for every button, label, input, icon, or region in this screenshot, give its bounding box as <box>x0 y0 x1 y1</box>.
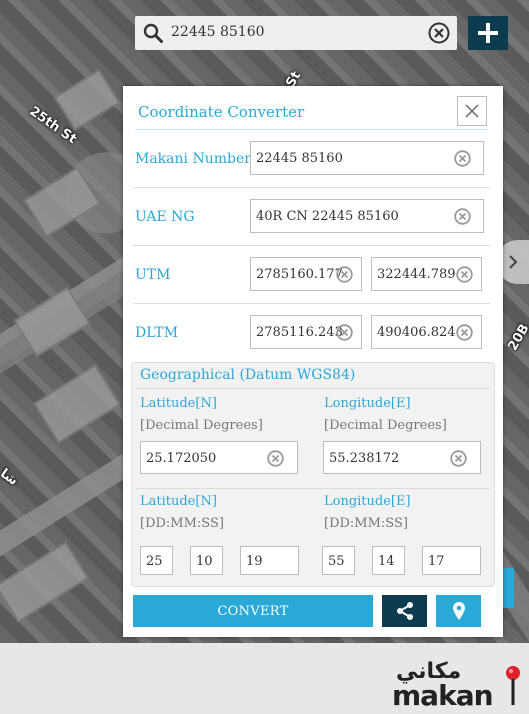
location-button[interactable] <box>436 595 481 627</box>
latitude-decimal-value: 25.172050 <box>146 451 217 466</box>
clear-icon[interactable] <box>336 266 353 283</box>
longitude-dms-sublabel: [DD:MM:SS] <box>324 516 408 531</box>
uae-ng-label: UAE NG <box>135 209 195 225</box>
map-building <box>0 541 90 623</box>
uae-ng-row: UAE NG 40R CN 22445 85160 <box>123 188 503 246</box>
longitude-decimal-value: 55.238172 <box>329 451 400 466</box>
map-building <box>32 364 122 444</box>
makani-row: Makani Number 22445 85160 <box>123 130 503 188</box>
geographical-panel: Geographical (Datum WGS84) Latitude[N] [… <box>131 362 495 587</box>
utm-label: UTM <box>135 267 171 283</box>
utm-northing-field[interactable]: 2785160.177 <box>250 257 362 291</box>
longitude-seconds-field[interactable]: 17 <box>422 546 481 575</box>
longitude-seconds-value: 17 <box>428 554 445 569</box>
clear-icon[interactable] <box>454 208 471 225</box>
footer: مكاني makan <box>0 643 529 714</box>
latitude-seconds-value: 19 <box>246 554 263 569</box>
utm-northing-value: 2785160.177 <box>256 267 343 282</box>
longitude-decimal-field[interactable]: 55.238172 <box>323 441 481 474</box>
street-label: 20B <box>505 321 529 354</box>
logo-latin-text: makan <box>392 679 494 712</box>
clear-icon[interactable] <box>428 22 450 44</box>
latitude-dms-label: Latitude[N] <box>140 494 217 509</box>
close-icon <box>465 104 479 118</box>
dltm-easting-field[interactable]: 490406.824 <box>371 315 482 349</box>
location-pin-icon <box>452 602 465 620</box>
latitude-degrees-value: 25 <box>146 554 163 569</box>
longitude-minutes-field[interactable]: 14 <box>372 546 405 575</box>
uae-ng-field[interactable]: 40R CN 22445 85160 <box>250 199 484 233</box>
divider <box>136 488 490 489</box>
latitude-dms-sublabel: [DD:MM:SS] <box>140 516 224 531</box>
dltm-easting-value: 490406.824 <box>377 325 456 340</box>
geographical-title: Geographical (Datum WGS84) <box>140 367 356 383</box>
dltm-northing-value: 2785116.243 <box>256 325 343 340</box>
utm-easting-value: 322444.789 <box>377 267 456 282</box>
makani-label: Makani Number <box>135 151 251 167</box>
share-button[interactable] <box>382 595 427 627</box>
clear-icon[interactable] <box>267 450 284 467</box>
coordinate-converter-dialog: Coordinate Converter Makani Number 22445… <box>123 86 503 637</box>
dialog-title: Coordinate Converter <box>138 103 305 121</box>
uae-ng-value: 40R CN 22445 85160 <box>256 209 399 224</box>
longitude-minutes-value: 14 <box>378 554 395 569</box>
clear-icon[interactable] <box>456 324 473 341</box>
makani-number-field[interactable]: 22445 85160 <box>250 141 484 175</box>
clear-icon[interactable] <box>450 450 467 467</box>
latitude-minutes-value: 10 <box>196 554 213 569</box>
latitude-degrees-field[interactable]: 25 <box>140 546 173 575</box>
utm-row: UTM 2785160.177 322444.789 <box>123 246 503 304</box>
latitude-minutes-field[interactable]: 10 <box>190 546 223 575</box>
search-bar[interactable]: 22445 85160 <box>135 16 457 50</box>
share-icon <box>396 602 413 620</box>
dltm-northing-field[interactable]: 2785116.243 <box>250 315 362 349</box>
latitude-decimal-field[interactable]: 25.172050 <box>140 441 298 474</box>
clear-icon[interactable] <box>336 324 353 341</box>
longitude-degrees-field[interactable]: 55 <box>322 546 355 575</box>
dltm-label: DLTM <box>135 325 179 341</box>
add-button[interactable] <box>468 16 508 50</box>
search-input[interactable]: 22445 85160 <box>171 24 265 40</box>
utm-easting-field[interactable]: 322444.789 <box>371 257 482 291</box>
makani-number-value: 22445 85160 <box>256 151 343 166</box>
divider <box>136 388 490 389</box>
map-building <box>23 166 101 238</box>
logo-pin-icon <box>506 666 520 705</box>
latitude-seconds-field[interactable]: 19 <box>240 546 299 575</box>
map-building <box>53 68 121 132</box>
chevron-right-icon <box>508 255 517 269</box>
longitude-decimal-sublabel: [Decimal Degrees] <box>324 418 447 433</box>
search-icon[interactable] <box>143 23 163 43</box>
makani-logo: مكاني makan <box>390 659 526 712</box>
clear-icon[interactable] <box>454 150 471 167</box>
street-label: شا <box>0 466 21 489</box>
plus-icon <box>478 23 498 43</box>
clear-icon[interactable] <box>456 266 473 283</box>
dltm-row: DLTM 2785116.243 490406.824 <box>123 304 503 362</box>
latitude-decimal-label: Latitude[N] <box>140 396 217 411</box>
close-button[interactable] <box>457 96 487 126</box>
latitude-decimal-sublabel: [Decimal Degrees] <box>140 418 263 433</box>
longitude-decimal-label: Longitude[E] <box>324 396 411 411</box>
convert-button[interactable]: CONVERT <box>133 595 373 627</box>
longitude-degrees-value: 55 <box>328 554 345 569</box>
longitude-dms-label: Longitude[E] <box>324 494 411 509</box>
